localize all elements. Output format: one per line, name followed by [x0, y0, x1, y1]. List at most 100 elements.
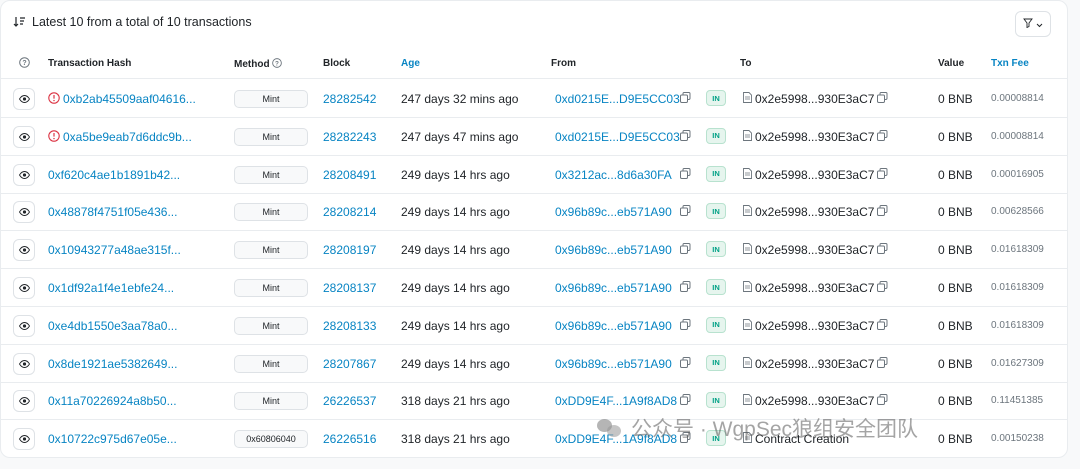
column-fee-toggle[interactable]: Txn Fee	[991, 58, 1029, 69]
eye-icon[interactable]	[13, 125, 35, 148]
fee-text: 0.01618309	[991, 244, 1044, 256]
tx-hash-link[interactable]: 0x10943277a48ae315f...	[48, 243, 181, 257]
copy-icon[interactable]	[877, 318, 888, 333]
to-address-text[interactable]: 0x2e5998...930E3aC7	[755, 357, 874, 371]
help-circle-icon[interactable]: ?	[272, 58, 283, 68]
from-address-link[interactable]: 0xd0215E...D9E5CC03	[555, 130, 680, 144]
age-text: 247 days 32 mins ago	[401, 92, 519, 106]
transactions-summary: Latest 10 from a total of 10 transaction…	[13, 15, 252, 29]
copy-icon[interactable]	[877, 205, 888, 219]
to-address-text[interactable]: 0x2e5998...930E3aC7	[755, 130, 874, 144]
table-row: 0xb2ab45509aaf04616... Mint 28282542 247…	[1, 80, 1067, 118]
copy-icon[interactable]	[680, 129, 691, 144]
to-address-text[interactable]: 0x2e5998...930E3aC7	[755, 243, 874, 257]
from-address-link[interactable]: 0x96b89c...eb571A90	[555, 281, 672, 295]
value-text: 0 BNB	[938, 281, 973, 295]
tx-hash-link[interactable]: 0xa5be9eab7d6ddc9b...	[63, 130, 192, 144]
eye-icon[interactable]	[13, 352, 35, 375]
eye-icon[interactable]	[13, 88, 35, 110]
copy-icon[interactable]	[877, 243, 888, 257]
tx-hash-link[interactable]: 0xe4db1550e3aa78a0...	[48, 319, 177, 333]
block-link[interactable]: 28282542	[323, 92, 376, 106]
copy-icon[interactable]	[680, 281, 691, 295]
to-address-text[interactable]: 0x2e5998...930E3aC7	[755, 168, 874, 182]
block-link[interactable]: 28208137	[323, 281, 376, 295]
from-address-link[interactable]: 0x3212ac...8d6a30FA	[555, 168, 672, 182]
to-address-text[interactable]: 0x2e5998...930E3aC7	[755, 319, 874, 333]
copy-icon[interactable]	[680, 205, 691, 219]
to-address-text[interactable]: 0x2e5998...930E3aC7	[755, 281, 874, 295]
tx-hash-link[interactable]: 0x10722c975d67e05e...	[48, 432, 177, 446]
tx-hash-link[interactable]: 0xf620c4ae1b1891b42...	[48, 168, 180, 182]
table-row: 0x10943277a48ae315f... Mint 28208197 249…	[1, 231, 1067, 270]
eye-icon[interactable]	[13, 428, 35, 451]
from-address-link[interactable]: 0xDD9E4F...1A9f8AD8	[555, 394, 677, 408]
copy-icon[interactable]	[680, 394, 691, 408]
method-badge: Mint	[234, 90, 308, 108]
to-address-text[interactable]: 0x2e5998...930E3aC7	[755, 394, 874, 408]
block-link[interactable]: 28208214	[323, 205, 376, 219]
from-address-link[interactable]: 0xd0215E...D9E5CC03	[555, 92, 680, 106]
eye-icon[interactable]	[13, 314, 35, 337]
tx-hash-link[interactable]: 0x48878f4751f05e436...	[48, 205, 177, 219]
copy-icon[interactable]	[877, 129, 888, 144]
help-circle-icon[interactable]: ?	[19, 57, 30, 71]
copy-icon[interactable]	[680, 356, 691, 371]
eye-icon[interactable]	[13, 163, 35, 186]
copy-icon[interactable]	[877, 92, 888, 106]
direction-badge: IN	[706, 392, 726, 409]
sort-desc-icon[interactable]	[13, 16, 26, 28]
copy-icon[interactable]	[877, 281, 888, 295]
value-text: 0 BNB	[938, 432, 973, 447]
method-badge: Mint	[234, 127, 308, 146]
direction-badge: IN	[706, 241, 726, 258]
block-link[interactable]: 28208197	[323, 243, 376, 257]
fee-text: 0.01618309	[991, 282, 1044, 293]
from-address-link[interactable]: 0xDD9E4F...1A9f8AD8	[555, 432, 677, 446]
copy-icon[interactable]	[877, 394, 888, 408]
contract-icon	[743, 432, 752, 446]
eye-icon[interactable]	[13, 201, 35, 224]
chevron-down-icon	[1036, 15, 1043, 33]
table-row: 0xf620c4ae1b1891b42... Mint 28208491 249…	[1, 156, 1067, 194]
to-address-text[interactable]: 0x2e5998...930E3aC7	[755, 205, 874, 219]
copy-icon[interactable]	[877, 167, 888, 182]
tx-hash-link[interactable]: 0x1df92a1f4e1ebfe24...	[48, 281, 174, 295]
eye-icon[interactable]	[13, 390, 35, 413]
block-link[interactable]: 28282243	[323, 130, 376, 144]
eye-icon[interactable]	[13, 277, 35, 299]
fee-text: 0.01627309	[991, 357, 1044, 369]
from-address-link[interactable]: 0x96b89c...eb571A90	[555, 357, 672, 371]
from-address-link[interactable]: 0x96b89c...eb571A90	[555, 243, 672, 257]
copy-icon[interactable]	[680, 92, 691, 106]
copy-icon[interactable]	[680, 167, 691, 182]
from-address-link[interactable]: 0x96b89c...eb571A90	[555, 319, 672, 333]
direction-badge: IN	[706, 316, 726, 333]
column-age-toggle[interactable]: Age	[401, 58, 420, 69]
direction-badge: IN	[706, 165, 726, 182]
block-link[interactable]: 28208133	[323, 319, 376, 333]
fee-text: 0.01618309	[991, 319, 1044, 331]
direction-badge: IN	[706, 127, 726, 144]
copy-icon[interactable]	[680, 318, 691, 333]
block-link[interactable]: 28208491	[323, 168, 376, 182]
filter-button[interactable]	[1015, 11, 1051, 37]
copy-icon[interactable]	[877, 356, 888, 371]
eye-icon[interactable]	[13, 239, 35, 262]
to-address-text[interactable]: 0x2e5998...930E3aC7	[755, 92, 874, 106]
value-text: 0 BNB	[938, 243, 973, 258]
age-text: 249 days 14 hrs ago	[401, 281, 510, 295]
column-from: From	[551, 58, 576, 69]
block-link[interactable]: 26226516	[323, 432, 376, 446]
direction-badge: IN	[706, 203, 726, 220]
tx-hash-link[interactable]: 0x11a70226924a8b50...	[48, 394, 177, 408]
tx-hash-link[interactable]: 0xb2ab45509aaf04616...	[63, 92, 196, 106]
from-address-link[interactable]: 0x96b89c...eb571A90	[555, 205, 672, 219]
block-link[interactable]: 26226537	[323, 394, 376, 408]
copy-icon[interactable]	[680, 432, 691, 446]
copy-icon[interactable]	[680, 243, 691, 257]
block-link[interactable]: 28207867	[323, 357, 376, 371]
table-row: 0x8de1921ae5382649... Mint 28207867 249 …	[1, 345, 1067, 383]
tx-hash-link[interactable]: 0x8de1921ae5382649...	[48, 357, 177, 371]
direction-badge: IN	[706, 430, 726, 447]
